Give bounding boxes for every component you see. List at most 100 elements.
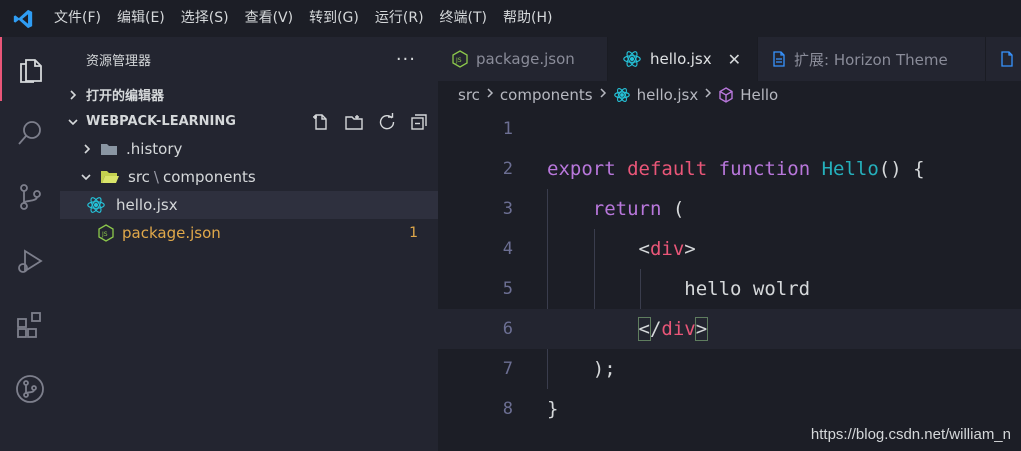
search-icon bbox=[18, 121, 41, 145]
code-line: 4 <div> bbox=[438, 229, 1021, 269]
code-text: ); bbox=[592, 358, 616, 380]
title-bar: 文件(F) 编辑(E) 选择(S) 查看(V) 转到(G) 运行(R) 终端(T… bbox=[0, 0, 1021, 37]
tree-item-package-json[interactable]: JS package.json 1 bbox=[60, 219, 438, 247]
problem-count-badge: 1 bbox=[409, 225, 418, 241]
menu-run[interactable]: 运行(R) bbox=[367, 0, 432, 37]
tab-horizon-theme[interactable]: 扩展: Horizon Theme bbox=[758, 37, 986, 81]
menu-file[interactable]: 文件(F) bbox=[46, 0, 109, 37]
tree-item-label: .history bbox=[126, 140, 183, 158]
svg-text:JS: JS bbox=[455, 57, 462, 64]
breadcrumb-components[interactable]: components bbox=[500, 86, 593, 104]
line-number: 6 bbox=[502, 319, 513, 339]
code-text: export default function Hello() { bbox=[547, 158, 925, 180]
file-icon bbox=[772, 51, 786, 67]
explorer-toolbar bbox=[312, 108, 428, 135]
new-file-icon[interactable] bbox=[312, 113, 330, 131]
code-line: 8 } bbox=[438, 389, 1021, 429]
more-actions-button[interactable]: ··· bbox=[396, 49, 416, 70]
menu-bar: 文件(F) 编辑(E) 选择(S) 查看(V) 转到(G) 运行(R) 终端(T… bbox=[46, 0, 560, 37]
menu-help[interactable]: 帮助(H) bbox=[495, 0, 560, 37]
close-icon[interactable]: ✕ bbox=[728, 50, 741, 69]
folder-icon bbox=[100, 142, 118, 156]
activity-bar bbox=[0, 37, 60, 451]
tree-item-hello-jsx[interactable]: hello.jsx bbox=[60, 191, 438, 219]
code-editor[interactable]: 1 2 export default function Hello() { 3 … bbox=[438, 109, 1021, 451]
run-debug-activity[interactable] bbox=[0, 229, 60, 293]
line-number: 4 bbox=[502, 239, 513, 259]
open-editors-label: 打开的编辑器 bbox=[86, 89, 165, 104]
code-line: 3 return ( bbox=[438, 189, 1021, 229]
tab-overflow[interactable] bbox=[986, 37, 1021, 81]
menu-view[interactable]: 查看(V) bbox=[237, 0, 302, 37]
source-control-icon bbox=[20, 184, 41, 210]
files-icon bbox=[20, 59, 42, 83]
line-number: 8 bbox=[502, 399, 513, 419]
bracket-match: < bbox=[637, 317, 652, 341]
code-text: </div> bbox=[637, 317, 709, 341]
code-text: <div> bbox=[638, 238, 696, 260]
collapse-all-icon[interactable] bbox=[410, 113, 428, 131]
git-graph-icon bbox=[16, 375, 44, 403]
react-icon bbox=[613, 87, 631, 103]
svg-text:JS: JS bbox=[101, 231, 108, 238]
breadcrumb-file[interactable]: hello.jsx bbox=[637, 86, 699, 104]
tab-label: package.json bbox=[476, 50, 575, 68]
extensions-activity[interactable] bbox=[0, 293, 60, 357]
path-separator: \ bbox=[153, 168, 159, 186]
tree-item-history[interactable]: .history bbox=[60, 135, 438, 163]
explorer-sidebar: 资源管理器 ··· 打开的编辑器 WEBPACK-LEARNING .histo… bbox=[60, 37, 438, 451]
react-icon bbox=[622, 50, 642, 68]
watermark: https://blog.csdn.net/william_n bbox=[810, 426, 1011, 443]
project-label: WEBPACK-LEARNING bbox=[86, 114, 236, 129]
tab-package-json[interactable]: JS package.json bbox=[438, 37, 608, 81]
run-debug-icon bbox=[18, 249, 43, 273]
tab-label: hello.jsx bbox=[650, 50, 712, 68]
code-line: 2 export default function Hello() { bbox=[438, 149, 1021, 189]
chevron-right-icon bbox=[704, 87, 712, 103]
line-number: 3 bbox=[502, 199, 513, 219]
menu-selection[interactable]: 选择(S) bbox=[173, 0, 237, 37]
src-folder-label: src bbox=[128, 168, 150, 186]
tree-item-src-components[interactable]: src \ components bbox=[60, 163, 438, 191]
code-text: return ( bbox=[592, 198, 685, 220]
code-line-current: 6 </div> bbox=[438, 309, 1021, 349]
line-number: 7 bbox=[502, 359, 513, 379]
menu-go[interactable]: 转到(G) bbox=[301, 0, 367, 37]
nodejs-icon: JS bbox=[60, 224, 122, 242]
menu-edit[interactable]: 编辑(E) bbox=[109, 0, 173, 37]
react-icon bbox=[60, 196, 112, 214]
chevron-right-icon bbox=[60, 89, 86, 101]
symbol-method-icon bbox=[718, 87, 734, 103]
code-line: 5 hello wolrd bbox=[438, 269, 1021, 309]
code-line: 7 ); bbox=[438, 349, 1021, 389]
extensions-icon bbox=[17, 312, 41, 338]
open-editors-section[interactable]: 打开的编辑器 bbox=[60, 81, 438, 108]
git-graph-activity[interactable] bbox=[0, 357, 60, 421]
breadcrumb-src[interactable]: src bbox=[458, 86, 480, 104]
tab-hello-jsx[interactable]: hello.jsx ✕ bbox=[608, 37, 758, 81]
code-text: } bbox=[547, 398, 559, 420]
explorer-title: 资源管理器 bbox=[86, 53, 152, 69]
line-number: 1 bbox=[502, 119, 513, 139]
breadcrumb-symbol[interactable]: Hello bbox=[740, 86, 778, 104]
line-number: 5 bbox=[502, 279, 513, 299]
file-icon bbox=[1000, 51, 1014, 67]
nodejs-icon: JS bbox=[452, 50, 468, 68]
chevron-down-icon bbox=[60, 172, 100, 182]
chevron-right-icon bbox=[486, 87, 494, 103]
bracket-match: > bbox=[694, 317, 709, 341]
new-folder-icon[interactable] bbox=[344, 113, 364, 131]
src-folder-open-icon bbox=[100, 169, 120, 185]
menu-terminal[interactable]: 终端(T) bbox=[432, 0, 495, 37]
tree-item-label: hello.jsx bbox=[116, 196, 178, 214]
explorer-activity[interactable] bbox=[0, 37, 60, 101]
project-section[interactable]: WEBPACK-LEARNING bbox=[60, 108, 438, 135]
editor-tabs: JS package.json hello.jsx ✕ 扩展: Horizon … bbox=[438, 37, 1021, 81]
vscode-logo-icon bbox=[0, 0, 46, 37]
search-activity[interactable] bbox=[0, 101, 60, 165]
refresh-icon[interactable] bbox=[378, 112, 396, 131]
tab-label: 扩展: Horizon Theme bbox=[794, 50, 948, 69]
source-control-activity[interactable] bbox=[0, 165, 60, 229]
chevron-right-icon bbox=[60, 143, 100, 155]
chevron-down-icon bbox=[60, 117, 86, 127]
